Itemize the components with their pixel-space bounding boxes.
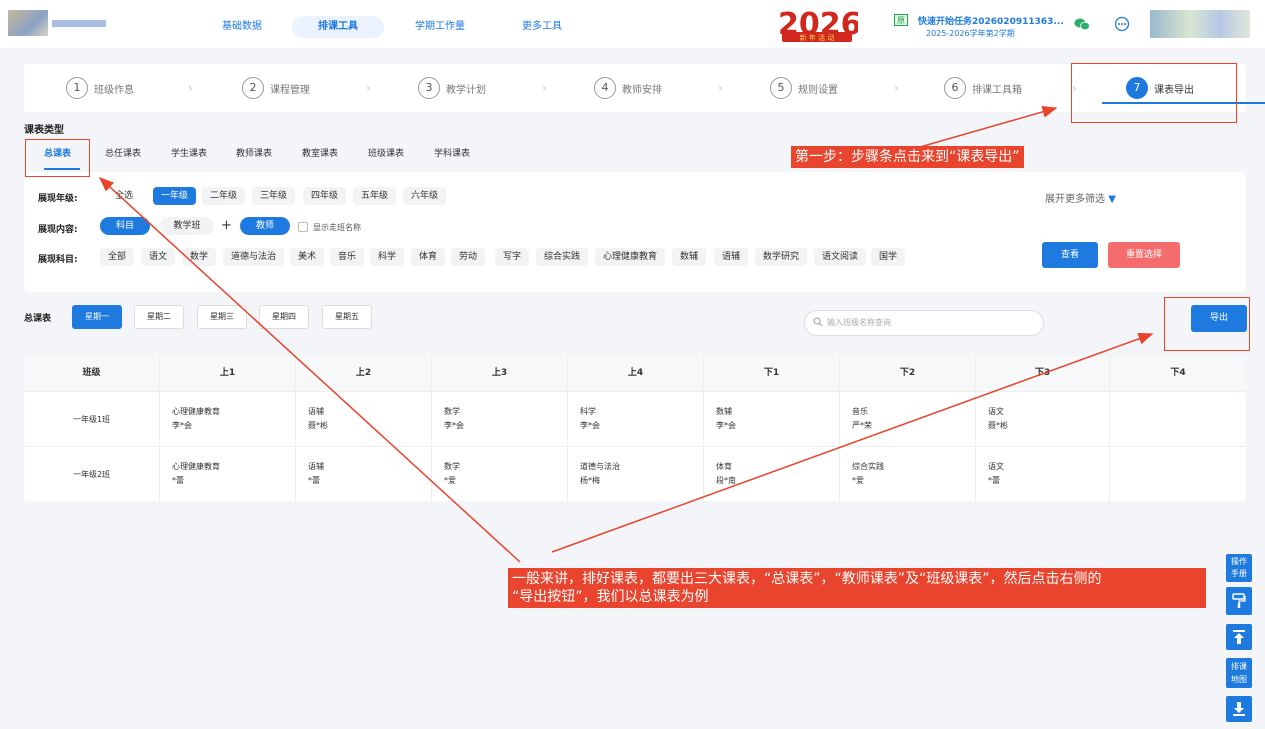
- annotation-arrows: [98, 105, 1154, 563]
- manual-label-line2: 手册: [1231, 569, 1247, 578]
- scroll-to-bottom-icon[interactable]: [1226, 696, 1252, 722]
- annotation-step2-line2: “导出按钮”，我们以总课表为例: [512, 589, 709, 605]
- back-to-top-icon[interactable]: [1226, 624, 1252, 650]
- map-label-line1: 排课: [1231, 662, 1247, 671]
- arrow-to-master-tab: [98, 176, 521, 563]
- scheduling-map-button[interactable]: 排课 地图: [1226, 658, 1252, 688]
- arrow-to-export-button: [551, 332, 1154, 553]
- map-label-line2: 地图: [1231, 675, 1247, 684]
- annotation-step1: 第一步：步骤条点击来到“课表导出”: [791, 146, 1024, 168]
- annotation-step2: 一般来讲，排好课表，都要出三大课表，“总课表”，“教师课表”及“班级课表”，然后…: [508, 568, 1206, 608]
- manual-label-line1: 操作: [1231, 557, 1247, 566]
- arrow-to-export-step: [919, 105, 1058, 148]
- annotation-step2-line1: 一般来讲，排好课表，都要出三大课表，“总课表”，“教师课表”及“班级课表”，然后…: [512, 571, 1102, 587]
- operation-manual-button[interactable]: 操作 手册: [1226, 554, 1252, 582]
- paint-roller-icon[interactable]: [1226, 587, 1252, 615]
